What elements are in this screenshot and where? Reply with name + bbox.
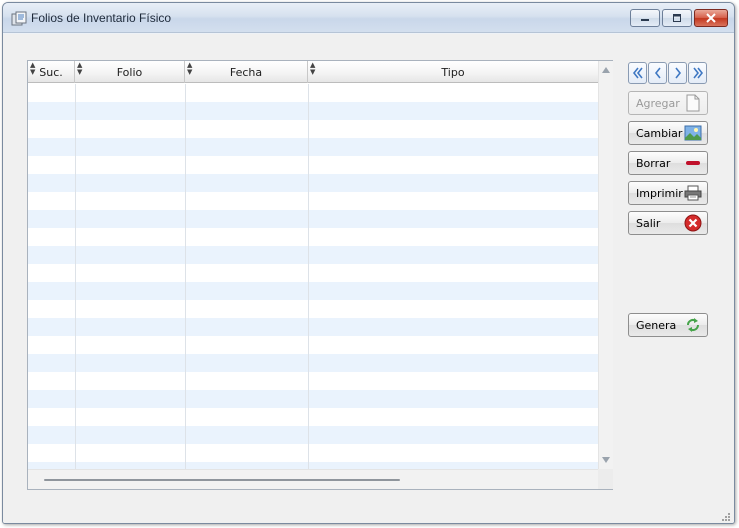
table-row[interactable] (28, 444, 598, 462)
genera-button[interactable]: Genera (628, 313, 708, 337)
table-row[interactable] (28, 318, 598, 336)
scrollbar-corner (598, 469, 613, 489)
printer-icon (684, 185, 702, 201)
table-row[interactable] (28, 174, 598, 192)
table-row[interactable] (28, 336, 598, 354)
maximize-button[interactable] (662, 9, 692, 27)
record-navigation (628, 62, 707, 84)
salir-label: Salir (636, 216, 661, 230)
horizontal-scrollbar[interactable] (28, 469, 598, 489)
table-row[interactable] (28, 210, 598, 228)
column-header-tipo[interactable]: ▲ ▼ Tipo (308, 61, 598, 83)
folios-grid[interactable]: ▲ ▼ Suc. ▲ ▼ Folio ▲ ▼ Fecha ▲ ▼ Tipo (27, 60, 613, 490)
cambiar-label: Cambiar (636, 126, 683, 140)
sort-arrow-icon: ▲ ▼ (77, 61, 83, 76)
table-row[interactable] (28, 192, 598, 210)
cambiar-button[interactable]: Cambiar (628, 121, 708, 145)
salir-button[interactable]: Salir (628, 211, 708, 235)
client-area: ▲ ▼ Suc. ▲ ▼ Folio ▲ ▼ Fecha ▲ ▼ Tipo Ag… (3, 34, 734, 523)
table-row[interactable] (28, 354, 598, 372)
grid-header: ▲ ▼ Suc. ▲ ▼ Folio ▲ ▼ Fecha ▲ ▼ Tipo (28, 61, 598, 83)
table-row[interactable] (28, 264, 598, 282)
close-icon (706, 13, 716, 23)
genera-label: Genera (636, 318, 677, 332)
column-header-label: Fecha (229, 65, 263, 79)
horizontal-scroll-thumb[interactable] (44, 479, 400, 481)
column-header-folio[interactable]: ▲ ▼ Folio (75, 61, 185, 83)
table-row[interactable] (28, 138, 598, 156)
resize-grip-icon[interactable] (721, 512, 731, 522)
last-record-button[interactable] (688, 62, 707, 84)
minimize-icon (641, 19, 649, 21)
table-row[interactable] (28, 282, 598, 300)
agregar-label: Agregar (636, 96, 680, 110)
table-row[interactable] (28, 390, 598, 408)
close-button[interactable] (694, 9, 728, 27)
vertical-scrollbar[interactable] (598, 61, 613, 469)
window-title: Folios de Inventario Físico (31, 11, 172, 25)
column-divider (308, 84, 309, 469)
scroll-down-icon[interactable] (602, 457, 610, 463)
first-record-button[interactable] (628, 62, 647, 84)
table-row[interactable] (28, 84, 598, 102)
table-row[interactable] (28, 246, 598, 264)
column-divider (185, 84, 186, 469)
table-row[interactable] (28, 426, 598, 444)
table-row[interactable] (28, 120, 598, 138)
sort-arrow-icon: ▲ ▼ (30, 61, 36, 76)
picture-edit-icon (684, 125, 702, 141)
borrar-button[interactable]: Borrar (628, 151, 708, 175)
new-document-icon (686, 94, 700, 112)
grid-body[interactable] (28, 84, 598, 469)
table-row[interactable] (28, 102, 598, 120)
sort-arrow-icon: ▲ ▼ (310, 61, 316, 76)
scroll-up-icon[interactable] (602, 67, 610, 73)
app-window: Folios de Inventario Físico ▲▼ Suc. ▲▼ (2, 2, 735, 524)
column-header-fecha[interactable]: ▲ ▼ Fecha (185, 61, 308, 83)
first-record-icon (632, 67, 643, 79)
table-row[interactable] (28, 228, 598, 246)
column-header-label: Suc. (39, 65, 63, 79)
minus-icon (686, 161, 700, 165)
borrar-label: Borrar (636, 156, 671, 170)
title-bar[interactable]: Folios de Inventario Físico (3, 3, 734, 33)
previous-record-icon (654, 67, 661, 79)
sort-arrow-icon: ▲ ▼ (187, 61, 193, 76)
table-row[interactable] (28, 156, 598, 174)
last-record-icon (692, 67, 703, 79)
previous-record-button[interactable] (648, 62, 667, 84)
minimize-button[interactable] (630, 9, 660, 27)
agregar-button[interactable]: Agregar (628, 91, 708, 115)
table-row[interactable] (28, 300, 598, 318)
maximize-icon (673, 14, 681, 22)
column-header-label: Tipo (441, 65, 465, 79)
close-circle-icon (684, 214, 702, 232)
imprimir-label: Imprimir (636, 186, 683, 200)
next-record-icon (674, 67, 681, 79)
table-row[interactable] (28, 372, 598, 390)
table-row[interactable] (28, 462, 598, 469)
refresh-arrows-icon (687, 318, 699, 332)
column-header-label: Folio (116, 65, 143, 79)
imprimir-button[interactable]: Imprimir (628, 181, 708, 205)
table-row[interactable] (28, 408, 598, 426)
column-header-suc[interactable]: ▲ ▼ Suc. (28, 61, 75, 83)
next-record-button[interactable] (668, 62, 687, 84)
app-icon (11, 11, 27, 26)
column-divider (75, 84, 76, 469)
